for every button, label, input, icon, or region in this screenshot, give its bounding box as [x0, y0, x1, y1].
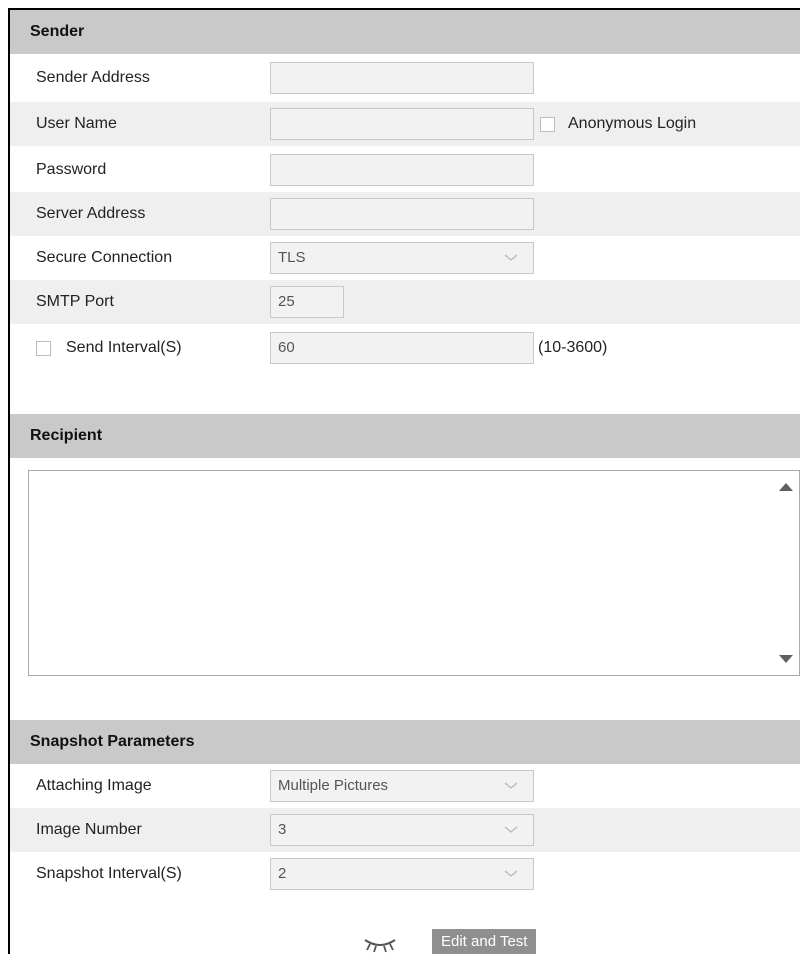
image-number-row: Image Number 3 [10, 808, 800, 852]
image-number-label: Image Number [36, 821, 142, 838]
chevron-down-icon [504, 870, 518, 877]
send-interval-input[interactable]: 60 [270, 332, 534, 364]
image-number-value: 3 [278, 821, 287, 838]
snapshot-section-header: Snapshot Parameters [10, 720, 800, 764]
snapshot-interval-label: Snapshot Interval(S) [36, 865, 182, 882]
snapshot-interval-value: 2 [278, 865, 287, 882]
sender-address-row: Sender Address [10, 56, 800, 100]
recipient-list[interactable] [28, 470, 800, 676]
anonymous-login-label: Anonymous Login [568, 115, 697, 132]
attaching-image-row: Attaching Image Multiple Pictures [10, 764, 800, 808]
scroll-up-arrow-icon[interactable] [779, 483, 793, 491]
secure-connection-select[interactable]: TLS [270, 242, 534, 274]
sender-section-header: Sender [10, 10, 800, 54]
send-interval-label: Send Interval(S) [66, 339, 182, 356]
anonymous-login-checkbox[interactable] [540, 117, 555, 132]
password-row: Password [10, 148, 800, 192]
password-input[interactable] [270, 154, 534, 186]
sender-address-label: Sender Address [36, 69, 150, 86]
user-name-label: User Name [36, 115, 117, 132]
server-address-input[interactable] [270, 198, 534, 230]
scroll-down-arrow-icon[interactable] [779, 655, 793, 663]
smtp-port-input[interactable]: 25 [270, 286, 344, 318]
snapshot-interval-select[interactable]: 2 [270, 858, 534, 890]
chevron-down-icon [504, 826, 518, 833]
server-address-row: Server Address [10, 192, 800, 236]
smtp-port-row: SMTP Port 25 [10, 280, 800, 324]
smtp-port-label: SMTP Port [36, 293, 114, 310]
recipient-section-header: Recipient [10, 414, 800, 458]
secure-connection-label: Secure Connection [36, 249, 173, 266]
server-address-label: Server Address [36, 205, 146, 222]
password-label: Password [36, 161, 107, 178]
secure-connection-value: TLS [278, 249, 306, 266]
edit-and-test-button[interactable]: Edit and Test [432, 929, 537, 954]
recipient-scrollbar[interactable] [777, 471, 799, 675]
chevron-down-icon [504, 782, 518, 789]
eye-closed-icon[interactable] [362, 936, 398, 954]
secure-connection-row: Secure Connection TLS [10, 236, 800, 280]
snapshot-interval-row: Snapshot Interval(S) 2 [10, 852, 800, 896]
user-name-input[interactable] [270, 108, 534, 140]
action-bar: Edit and Test [0, 926, 800, 954]
attaching-image-label: Attaching Image [36, 777, 152, 794]
send-interval-range: (10-3600) [538, 339, 608, 356]
user-name-row: User Name Anonymous Login [10, 102, 800, 146]
attaching-image-value: Multiple Pictures [278, 777, 389, 794]
chevron-down-icon [504, 254, 518, 261]
image-number-select[interactable]: 3 [270, 814, 534, 846]
sender-address-input[interactable] [270, 62, 534, 94]
attaching-image-select[interactable]: Multiple Pictures [270, 770, 534, 802]
send-interval-row: Send Interval(S) 60 (10-3600) [10, 326, 800, 370]
send-interval-checkbox[interactable] [36, 341, 51, 356]
